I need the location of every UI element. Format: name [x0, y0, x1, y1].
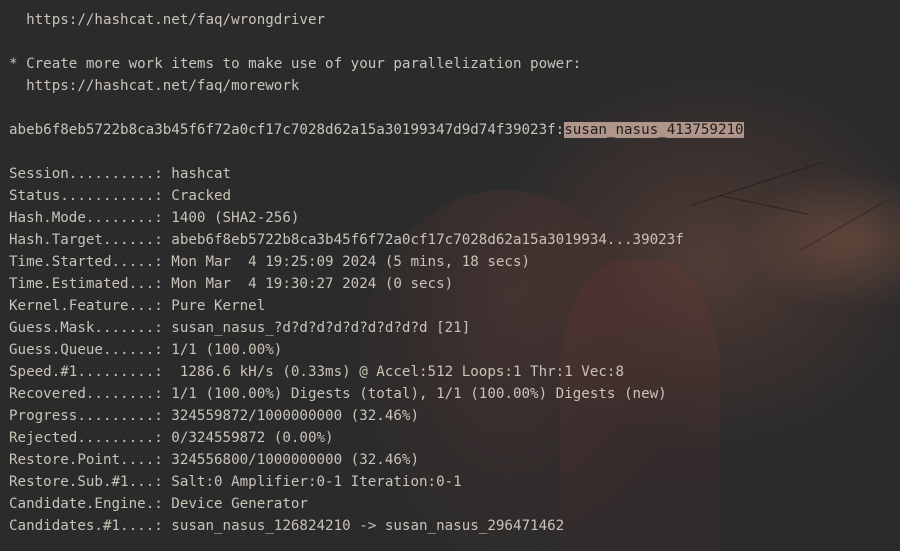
- status-key: Restore.Sub.#1...:: [9, 474, 172, 490]
- status-key: Hash.Mode........:: [9, 210, 172, 226]
- status-row: Guess.Mask.......: susan_nasus_?d?d?d?d?…: [9, 317, 470, 339]
- status-value: 324559872/1000000000 (32.46%): [171, 408, 420, 424]
- status-key: Time.Started.....:: [9, 254, 172, 270]
- status-key: Guess.Queue......:: [9, 342, 172, 358]
- status-row: Speed.#1.........: 1286.6 kH/s (0.33ms) …: [9, 361, 624, 383]
- status-row: Guess.Queue......: 1/1 (100.00%): [9, 339, 282, 361]
- status-value: Device Generator: [171, 496, 308, 512]
- status-value: 1/1 (100.00%) Digests (total), 1/1 (100.…: [171, 386, 667, 402]
- status-value: 0/324559872 (0.00%): [171, 430, 334, 446]
- status-key: Candidate.Engine.:: [9, 496, 172, 512]
- status-value: hashcat: [171, 166, 232, 182]
- status-key: Session..........:: [9, 166, 172, 182]
- status-row: Rejected.........: 0/324559872 (0.00%): [9, 427, 334, 449]
- status-value: Cracked: [171, 188, 232, 204]
- terminal-output[interactable]: https://hashcat.net/faq/wrongdriver * Cr…: [0, 0, 900, 551]
- terminal-line: https://hashcat.net/faq/wrongdriver: [9, 12, 326, 28]
- status-row: Progress.........: 324559872/1000000000 …: [9, 405, 419, 427]
- status-row: Hash.Target......: abeb6f8eb5722b8ca3b45…: [9, 229, 684, 251]
- status-key: Rejected.........:: [9, 430, 172, 446]
- status-row: Restore.Sub.#1...: Salt:0 Amplifier:0-1 …: [9, 471, 462, 493]
- status-value: abeb6f8eb5722b8ca3b45f6f72a0cf17c7028d62…: [171, 232, 684, 248]
- terminal-line: * Create more work items to make use of …: [9, 56, 582, 72]
- status-row: Candidates.#1....: susan_nasus_126824210…: [9, 515, 564, 537]
- status-value: Salt:0 Amplifier:0-1 Iteration:0-1: [171, 474, 462, 490]
- status-row: Time.Started.....: Mon Mar 4 19:25:09 20…: [9, 251, 530, 273]
- status-row: Status...........: Cracked: [9, 185, 231, 207]
- terminal-line: https://hashcat.net/faq/morework: [9, 78, 300, 94]
- status-key: Candidates.#1....:: [9, 518, 172, 534]
- status-value: 1/1 (100.00%): [171, 342, 283, 358]
- status-value: susan_nasus_126824210 -> susan_nasus_296…: [171, 518, 565, 534]
- status-value: susan_nasus_?d?d?d?d?d?d?d?d?d [21]: [171, 320, 471, 336]
- status-key: Time.Estimated...:: [9, 276, 172, 292]
- status-key: Recovered........:: [9, 386, 172, 402]
- status-key: Progress.........:: [9, 408, 172, 424]
- status-row: Recovered........: 1/1 (100.00%) Digests…: [9, 383, 667, 405]
- status-row: Kernel.Feature...: Pure Kernel: [9, 295, 265, 317]
- status-value: 1400 (SHA2-256): [171, 210, 300, 226]
- status-value: 1286.6 kH/s (0.33ms) @ Accel:512 Loops:1…: [171, 364, 625, 380]
- status-key: Restore.Point....:: [9, 452, 172, 468]
- status-row: Session..........: hashcat: [9, 163, 231, 185]
- status-key: Hash.Target......:: [9, 232, 172, 248]
- status-key: Speed.#1.........:: [9, 364, 172, 380]
- cracked-password-selection[interactable]: susan_nasus_413759210: [564, 122, 744, 138]
- status-value: Pure Kernel: [171, 298, 266, 314]
- status-row: Hash.Mode........: 1400 (SHA2-256): [9, 207, 299, 229]
- status-key: Guess.Mask.......:: [9, 320, 172, 336]
- cracked-hash: abeb6f8eb5722b8ca3b45f6f72a0cf17c7028d62…: [9, 122, 565, 138]
- status-value: Mon Mar 4 19:30:27 2024 (0 secs): [171, 276, 454, 292]
- status-row: Time.Estimated...: Mon Mar 4 19:30:27 20…: [9, 273, 453, 295]
- status-row: Restore.Point....: 324556800/1000000000 …: [9, 449, 419, 471]
- status-value: Mon Mar 4 19:25:09 2024 (5 mins, 18 secs…: [171, 254, 531, 270]
- status-value: 324556800/1000000000 (32.46%): [171, 452, 420, 468]
- cracked-hash-line: abeb6f8eb5722b8ca3b45f6f72a0cf17c7028d62…: [9, 119, 744, 141]
- status-key: Kernel.Feature...:: [9, 298, 172, 314]
- status-key: Status...........:: [9, 188, 172, 204]
- status-row: Candidate.Engine.: Device Generator: [9, 493, 308, 515]
